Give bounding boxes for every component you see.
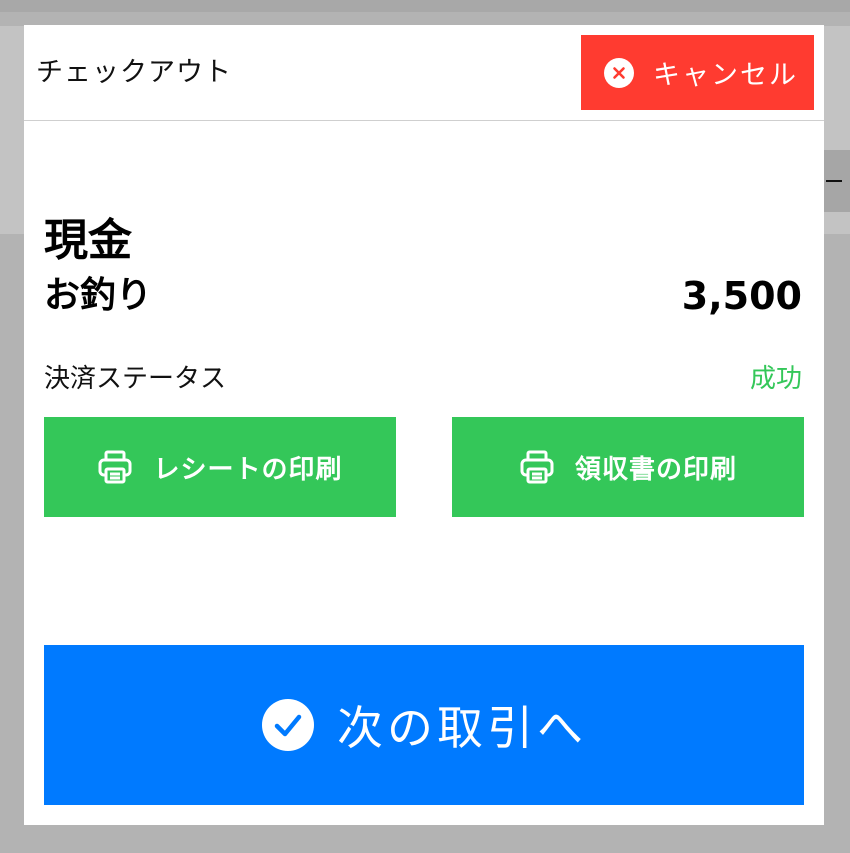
close-circle-icon: [603, 57, 635, 89]
modal-header: チェックアウト キャンセル: [24, 25, 824, 121]
next-transaction-label: 次の取引へ: [337, 701, 587, 755]
modal-title: チェックアウト: [36, 57, 232, 88]
cancel-button[interactable]: キャンセル: [581, 35, 814, 110]
next-transaction-button[interactable]: 次の取引へ: [44, 645, 804, 805]
printer-icon: [519, 449, 555, 485]
background-dash: [826, 180, 842, 182]
check-circle-icon: [261, 698, 315, 752]
payment-status-value: 成功: [749, 364, 802, 394]
print-receipt-label: レシートの印刷: [153, 454, 343, 485]
print-receipt-button[interactable]: レシートの印刷: [44, 417, 396, 517]
payment-method: 現金: [44, 215, 132, 266]
print-invoice-label: 領収書の印刷: [574, 454, 737, 485]
background-top-bar: [0, 0, 850, 12]
printer-icon: [97, 449, 133, 485]
change-amount: 3,500: [681, 274, 802, 318]
cancel-label: キャンセル: [653, 60, 798, 91]
change-label: お釣り: [44, 275, 153, 316]
checkout-modal: チェックアウト キャンセル 現金 お釣り 3,500 決済ステータス 成功 レシ…: [24, 25, 824, 825]
payment-status-label: 決済ステータス: [44, 364, 227, 394]
print-invoice-button[interactable]: 領収書の印刷: [452, 417, 804, 517]
